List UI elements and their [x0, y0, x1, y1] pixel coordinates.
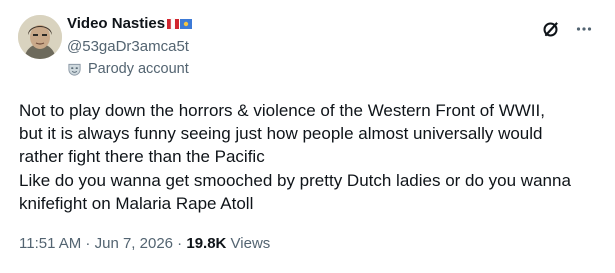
name-row: Video Nasties — [67, 14, 193, 34]
author-block: Video Nasties @53gaDr3amca5t Parody acco… — [67, 14, 193, 79]
user-handle[interactable]: @53gaDr3amca5t — [67, 37, 192, 56]
avatar[interactable] — [18, 15, 62, 59]
post-date[interactable]: Jun 7, 2026 — [95, 235, 173, 252]
name-badges — [167, 18, 193, 30]
more-icon[interactable] — [575, 20, 593, 38]
tricolour-flag-icon — [167, 18, 180, 30]
views-count[interactable]: 19.8K — [186, 235, 226, 252]
post-text-line: Not to play down the horrors & violence … — [19, 101, 545, 120]
parody-label-text: Parody account — [88, 61, 189, 77]
mask-icon — [68, 63, 81, 76]
post-text-line: but it is always funny seeing just how p… — [19, 124, 543, 144]
avatar-image — [18, 15, 62, 59]
post-text-line: rather fight there than the Pacific — [19, 147, 265, 167]
meta-separator: · — [173, 235, 187, 252]
parody-account-label: Parody account — [67, 59, 192, 79]
post-time[interactable]: 11:51 AM — [19, 235, 81, 252]
post-meta: 11:51 AM · Jun 7, 2026 · 19.8K Views — [19, 234, 270, 254]
post-text: Not to play down the horrors & violence … — [19, 99, 599, 215]
display-name[interactable]: Video Nasties — [67, 14, 165, 34]
post-text-line: Like do you wanna get smooched by pretty… — [19, 170, 571, 190]
blue-flag-icon — [180, 19, 193, 29]
tweet: Video Nasties @53gaDr3amca5t Parody acco… — [0, 0, 615, 273]
meta-separator: · — [81, 235, 95, 252]
grok-icon[interactable] — [541, 19, 561, 39]
post-text-line: knifefight on Malaria Rape Atoll — [19, 193, 254, 213]
header-actions — [541, 19, 593, 39]
views-label: Views — [226, 235, 271, 252]
